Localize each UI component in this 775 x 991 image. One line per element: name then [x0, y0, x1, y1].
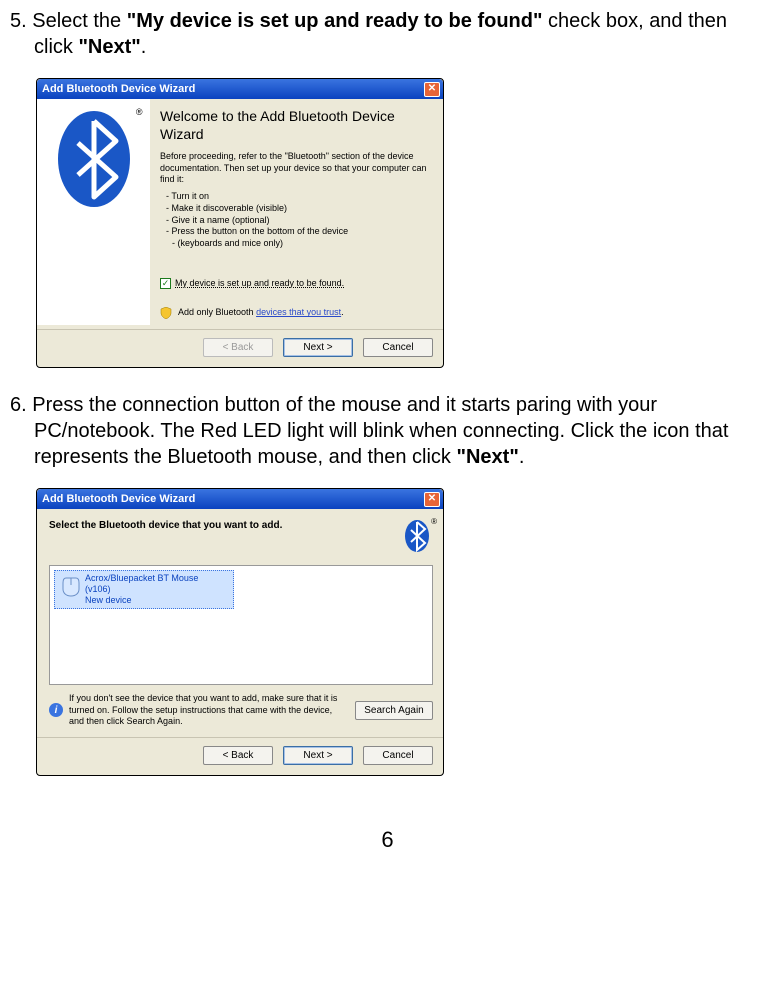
- cancel-button[interactable]: Cancel: [363, 338, 433, 357]
- trust-pre: Add only Bluetooth: [178, 307, 256, 317]
- hint-text: If you don't see the device that you wan…: [69, 693, 349, 727]
- bluetooth-icon: ®: [403, 519, 433, 553]
- device-item[interactable]: Acrox/Bluepacket BT Mouse (v106) New dev…: [54, 570, 234, 608]
- wizard-dialog-welcome: Add Bluetooth Device Wizard ✕ ® Welcome …: [36, 78, 444, 368]
- bullet-4-sub: (keyboards and mice only): [166, 238, 433, 250]
- shield-icon: [160, 307, 172, 319]
- step5-bold2: "Next": [78, 36, 140, 58]
- bullet-1: Turn it on: [166, 191, 433, 203]
- step-6-text: 6. Press the connection button of the mo…: [10, 392, 765, 470]
- step5-suffix: .: [141, 36, 147, 58]
- step6-prefix: 6. Press the connection button of the mo…: [10, 394, 728, 468]
- bluetooth-icon: [48, 109, 140, 209]
- titlebar: Add Bluetooth Device Wizard ✕: [37, 489, 443, 509]
- bullet-2: Make it discoverable (visible): [166, 203, 433, 215]
- step6-suffix: .: [519, 446, 525, 468]
- checkbox-label: My device is set up and ready to be foun…: [175, 278, 344, 290]
- search-again-button[interactable]: Search Again: [355, 701, 433, 720]
- back-button: < Back: [203, 338, 273, 357]
- next-button[interactable]: Next >: [283, 746, 353, 765]
- cancel-button[interactable]: Cancel: [363, 746, 433, 765]
- device-name: Acrox/Bluepacket BT Mouse: [85, 573, 198, 584]
- titlebar: Add Bluetooth Device Wizard ✕: [37, 79, 443, 99]
- bullet-3: Give it a name (optional): [166, 215, 433, 227]
- step-5-text: 5. Select the "My device is set up and r…: [10, 8, 765, 60]
- close-icon[interactable]: ✕: [424, 492, 440, 507]
- device-version: (v106): [85, 584, 198, 595]
- wizard-dialog-select-device: Add Bluetooth Device Wizard ✕ Select the…: [36, 488, 444, 776]
- step5-bold1: "My device is set up and ready to be fou…: [127, 10, 543, 32]
- close-icon[interactable]: ✕: [424, 82, 440, 97]
- select-device-heading: Select the Bluetooth device that you wan…: [49, 519, 403, 532]
- bluetooth-logo-panel: ®: [37, 99, 150, 325]
- mouse-icon: [57, 573, 85, 599]
- wizard-instructions: Before proceeding, refer to the "Bluetoo…: [160, 151, 433, 185]
- trust-warning-row: Add only Bluetooth devices that you trus…: [160, 307, 433, 319]
- device-status: New device: [85, 595, 198, 606]
- trust-link[interactable]: devices that you trust: [256, 307, 341, 317]
- dialog-title: Add Bluetooth Device Wizard: [40, 82, 424, 96]
- trust-post: .: [341, 307, 344, 317]
- bullet-4: Press the button on the bottom of the de…: [166, 226, 433, 238]
- step5-prefix: 5. Select the: [10, 10, 127, 32]
- wizard-welcome-heading: Welcome to the Add Bluetooth Device Wiza…: [160, 107, 433, 143]
- checkbox-icon[interactable]: ✓: [160, 278, 171, 289]
- page-number: 6: [10, 826, 765, 855]
- dialog-title: Add Bluetooth Device Wizard: [40, 492, 424, 506]
- device-list: Acrox/Bluepacket BT Mouse (v106) New dev…: [49, 565, 433, 685]
- info-icon: i: [49, 703, 63, 717]
- next-button[interactable]: Next >: [283, 338, 353, 357]
- device-ready-checkbox-row[interactable]: ✓ My device is set up and ready to be fo…: [160, 278, 433, 290]
- setup-bullets: Turn it on Make it discoverable (visible…: [166, 191, 433, 249]
- step6-bold: "Next": [456, 446, 518, 468]
- back-button[interactable]: < Back: [203, 746, 273, 765]
- registered-mark: ®: [136, 107, 143, 119]
